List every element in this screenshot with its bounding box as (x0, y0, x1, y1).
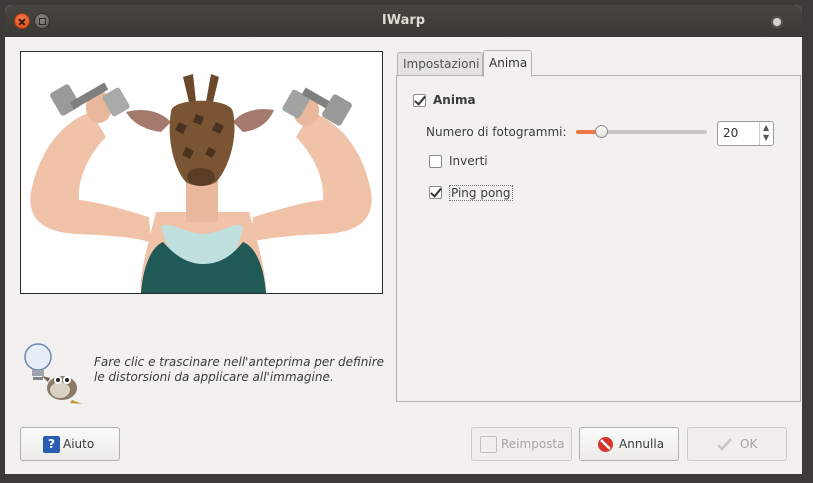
tab-impostazioni[interactable]: Impostazioni (397, 52, 483, 76)
iwarp-dialog: IWarp Fare clic e trascinare nell'antepr… (5, 5, 802, 474)
lightbulb-wilber-icon (24, 343, 82, 404)
frames-spinbutton[interactable]: 20 ▲ ▼ (717, 121, 774, 146)
help-icon: ? (43, 436, 60, 453)
anima-checkbox[interactable] (413, 94, 426, 107)
spin-down-icon[interactable]: ▼ (763, 134, 769, 142)
preview-image (21, 52, 382, 293)
hint-area: Fare clic e trascinare nell'anteprima pe… (20, 340, 390, 410)
frames-slider-handle[interactable] (595, 125, 608, 138)
ok-button[interactable]: OK (687, 427, 787, 461)
reset-button[interactable]: Reimposta (471, 427, 572, 461)
help-button[interactable]: ? Aiuto (20, 427, 120, 461)
title-bar: IWarp (5, 5, 802, 37)
ok-check-icon (717, 438, 732, 451)
pingpong-checkbox[interactable] (429, 186, 442, 199)
frames-spin-arrows: ▲ ▼ (759, 122, 773, 145)
frames-value[interactable]: 20 (723, 126, 738, 140)
invert-label: Inverti (449, 154, 488, 168)
tab-anima[interactable]: Anima (483, 50, 532, 77)
anima-label: Anima (433, 93, 476, 107)
pingpong-label: Ping pong (449, 185, 513, 201)
cancel-button[interactable]: Annulla (579, 427, 679, 461)
invert-checkbox[interactable] (429, 155, 442, 168)
window-title: IWarp (381, 13, 426, 28)
hint-text: Fare clic e trascinare nell'anteprima pe… (94, 355, 385, 384)
window-menu-icon[interactable] (773, 18, 781, 26)
preview-canvas[interactable] (20, 51, 383, 294)
frames-label: Numero di fotogrammi: (426, 125, 567, 139)
cancel-icon (598, 437, 613, 452)
reset-icon (480, 436, 497, 453)
spin-up-icon[interactable]: ▲ (763, 124, 769, 132)
